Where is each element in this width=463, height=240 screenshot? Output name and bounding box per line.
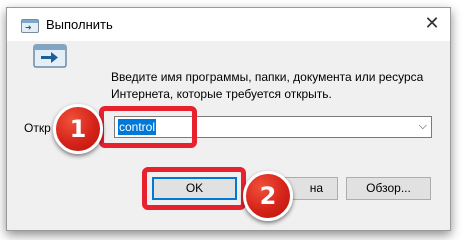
description-line-1: Введите имя программы, папки, документа … [111,70,424,84]
open-field-label: Откр [24,121,51,135]
close-button[interactable]: ✕ [418,11,446,37]
chevron-down-icon[interactable]: ⌵ [419,119,427,133]
run-app-icon: ➜ [21,19,39,33]
browse-button[interactable]: Обзор... [346,177,431,200]
highlight-ok-frame [142,167,246,210]
description-text: Введите имя программы, папки, документа … [111,69,431,103]
title-bar: ➜ Выполнить ✕ [7,8,450,41]
step-2-badge: 2 [243,171,293,221]
run-program-icon [33,44,67,68]
cancel-button-label: на [309,181,323,195]
step-1-badge: 1 [53,104,103,154]
highlight-input-frame [99,106,197,148]
window-title: Выполнить [46,17,113,32]
description-line-2: Интернета, которые требуется открыть. [111,87,332,101]
